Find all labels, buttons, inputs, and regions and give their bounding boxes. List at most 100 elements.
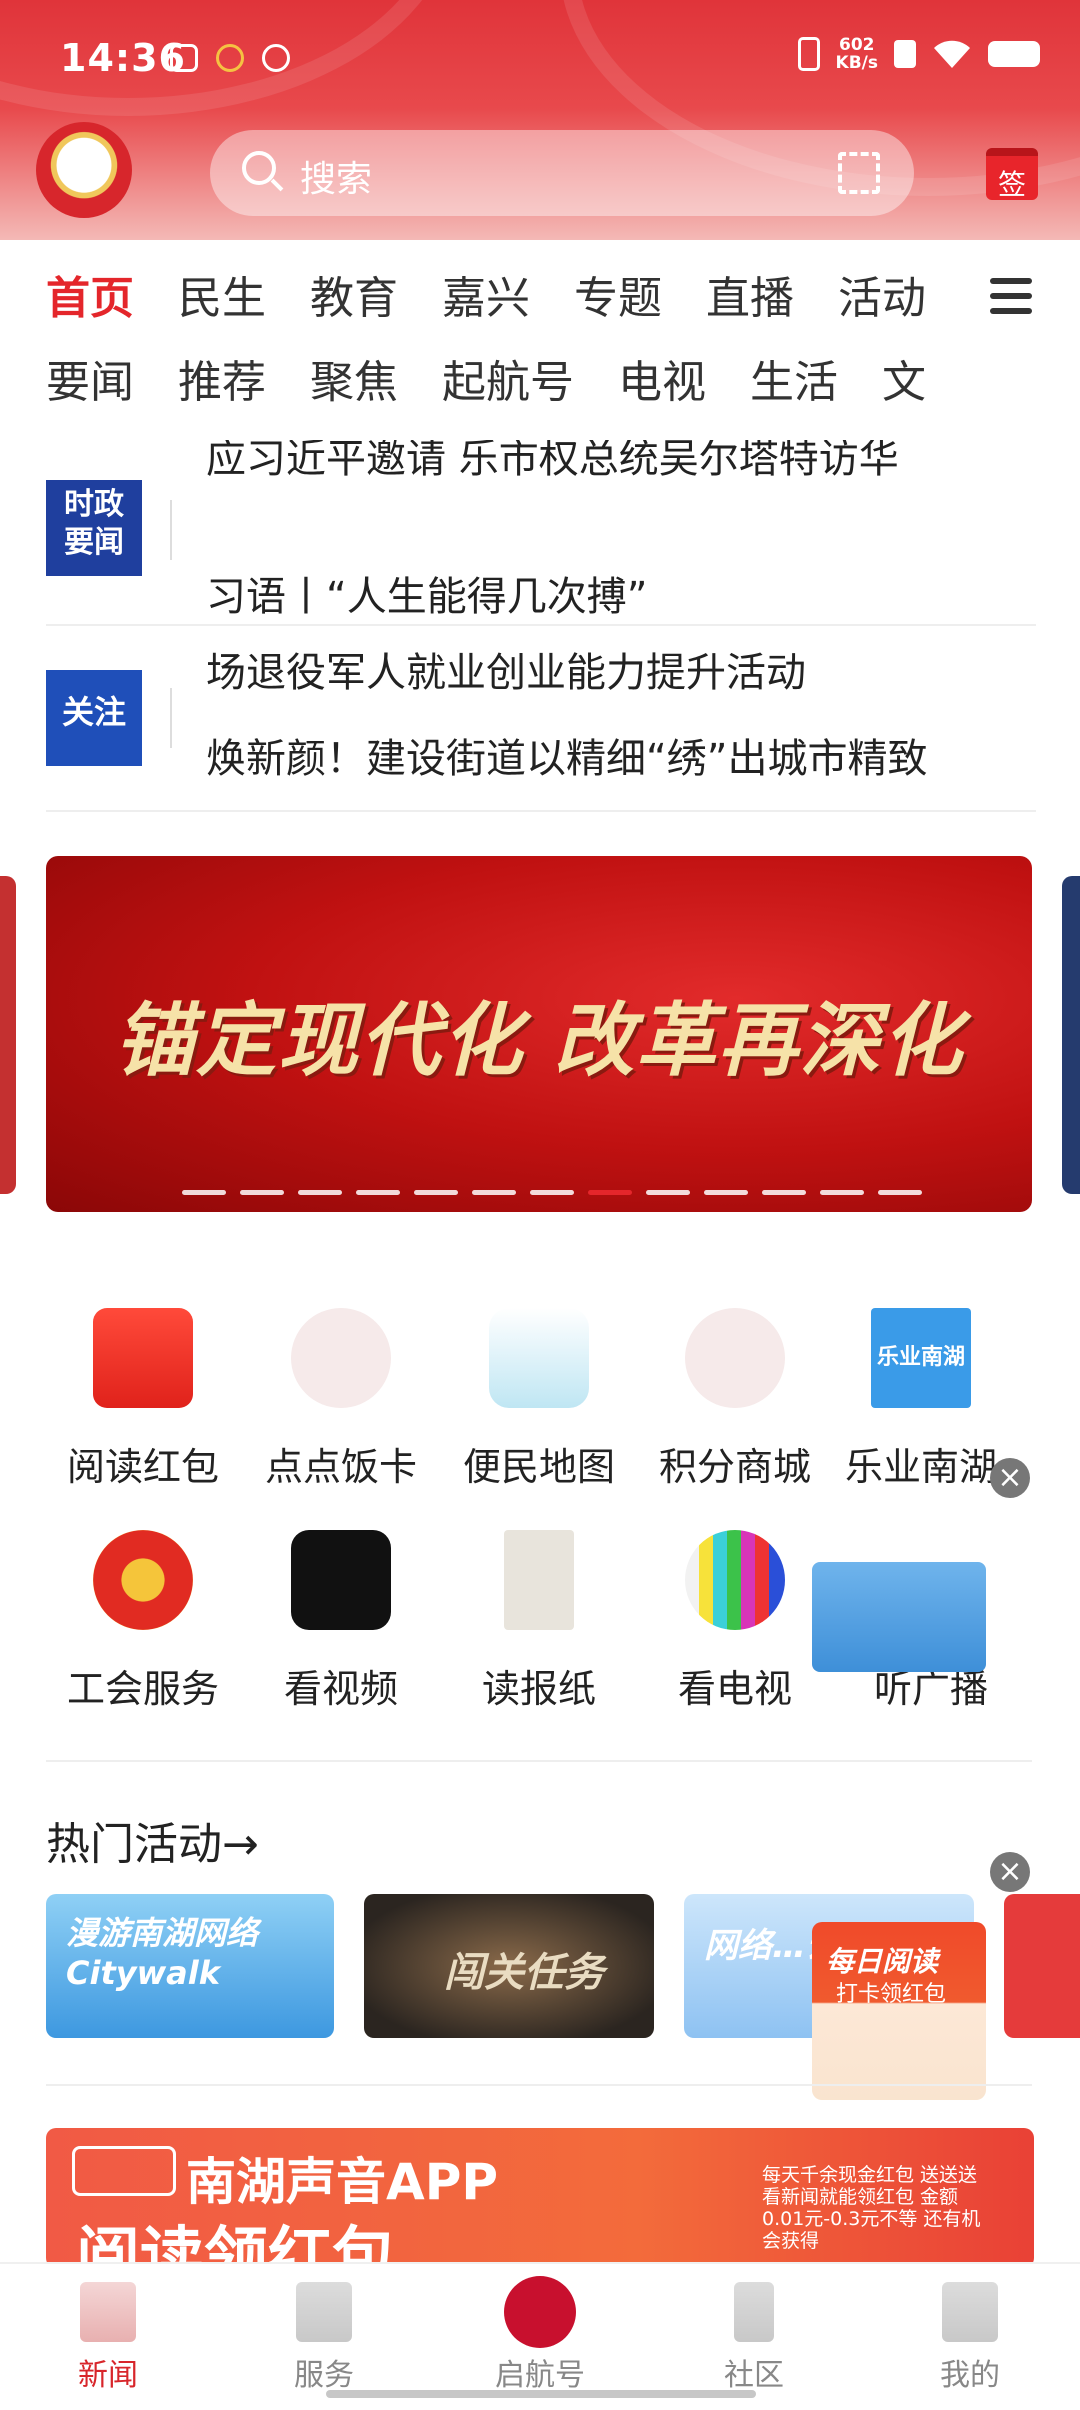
status-right-icons: 602 KB/s [797,36,1040,72]
promo-banner[interactable]: 南湖声音APP 阅读领红包 每天千余现金红包 送送送 看新闻就能领红包 金额0.… [46,2128,1034,2268]
nav-news[interactable]: 新闻 [38,2282,178,2394]
carousel-dot[interactable] [704,1190,748,1195]
news-item[interactable]: 关注 场退役军人就业创业能力提升活动 焕新颜！建设街道以精细“绣”出城市精致 [46,626,1036,812]
service-tv[interactable]: 看电视 [640,1530,830,1713]
newspaper-icon [504,1530,574,1630]
search-icon [242,151,276,185]
carousel-dot[interactable] [182,1190,226,1195]
tab-tv[interactable]: 电视 [618,346,706,410]
hot-activities-title[interactable]: 热门活动→ [46,1808,259,1872]
tv-icon [685,1530,785,1630]
nav-mine[interactable]: 我的 [900,2282,1040,2394]
tab-education[interactable]: 教育 [310,262,398,326]
buildings-icon [296,2282,352,2342]
promo-slogan: 阅读领红包 [76,2221,396,2268]
tab-topics[interactable]: 专题 [574,262,662,326]
scan-icon[interactable] [838,152,880,194]
union-emblem-icon [93,1530,193,1630]
tab-headlines[interactable]: 要闻 [46,346,134,410]
carousel-dot[interactable] [472,1190,516,1195]
promo-info: 每天千余现金红包 送送送 看新闻就能领红包 金额0.01元-0.3元不等 还有机… [762,2164,981,2252]
carousel-dot[interactable] [298,1190,342,1195]
hot-activity-card[interactable]: 漫游南湖网络 Citywalk [46,1894,334,2038]
nav-label: 服务 [294,2358,354,2393]
nav-qihanghao[interactable]: 启航号 [470,2276,610,2394]
red-boat-icon [504,2276,576,2348]
hot-activity-card[interactable]: 闯关任务 [364,1894,654,2038]
tab-home[interactable]: 首页 [46,262,134,326]
service-map[interactable]: 便民地图 [444,1308,634,1491]
service-meal-card[interactable]: 点点饭卡 [246,1308,436,1491]
banner-prev-peek[interactable] [0,876,16,1194]
service-video[interactable]: 看视频 [246,1530,436,1713]
service-newspaper[interactable]: 读报纸 [444,1530,634,1713]
network-speed: 602 KB/s [836,36,878,72]
service-label: 便民地图 [462,1445,615,1489]
no-sim-icon [894,40,916,68]
carousel-dot[interactable] [356,1190,400,1195]
red-envelope-icon [93,1308,193,1408]
news-line: 习语丨“人生能得几次搏” [206,574,648,620]
service-leye-nanhu[interactable]: 乐业南湖 乐业南湖 [836,1308,1006,1491]
carousel-dot[interactable] [646,1190,690,1195]
float-ad-subtitle: 打卡领红包 [836,1982,947,2007]
news-separator [170,500,172,560]
close-icon[interactable]: × [990,1458,1030,1498]
service-label: 读报纸 [481,1667,596,1711]
nav-services[interactable]: 服务 [254,2282,394,2394]
nav-label: 社区 [724,2358,784,2393]
menu-icon[interactable] [990,278,1032,314]
tower-icon [734,2282,774,2342]
carousel-dot[interactable] [762,1190,806,1195]
tab-jiaxing[interactable]: 嘉兴 [442,262,530,326]
tab-activities[interactable]: 活动 [838,262,926,326]
service-union[interactable]: 工会服务 [48,1530,238,1713]
floating-citywalk-ad[interactable] [812,1562,986,1672]
news-item[interactable]: 时政 要闻 应习近平邀请 乐市权总统吴尔塔特访华 习语丨“人生能得几次搏” [46,440,1036,626]
tab-recommend[interactable]: 推荐 [178,346,266,410]
tab-live[interactable]: 直播 [706,262,794,326]
close-icon[interactable]: × [990,1852,1030,1892]
nanhu-logo [72,2146,176,2196]
tab-life[interactable]: 生活 [750,346,838,410]
status-bar: 14:36 602 KB/s [0,0,1080,120]
record-icon [170,44,198,72]
status-time: 14:36 [60,36,186,80]
vibrate-icon [797,37,820,71]
service-read-redpacket[interactable]: 阅读红包 [48,1308,238,1491]
news-badge: 关注 [46,670,142,766]
tabs-row-2: 要闻 推荐 聚焦 起航号 电视 生活 文 [46,346,970,410]
banner-carousel[interactable]: 锚定现代化 改革再深化 [46,856,1032,1212]
service-label: 看电视 [677,1667,792,1711]
shopping-cart-icon [685,1308,785,1408]
news-line: 场退役军人就业创业能力提升活动 [206,650,806,696]
building-icon [942,2282,998,2342]
app-logo[interactable] [36,122,132,218]
floating-daily-read-ad[interactable]: 每日阅读 打卡领红包 [812,1922,986,2100]
tab-qihanghao[interactable]: 起航号 [442,346,574,410]
service-points-mall[interactable]: 积分商城 [640,1308,830,1491]
news-separator [170,688,172,748]
nav-label: 我的 [940,2358,1000,2393]
tab-minsheng[interactable]: 民生 [178,262,266,326]
home-indicator[interactable] [326,2390,756,2398]
carousel-dot[interactable] [530,1190,574,1195]
banner-next-peek[interactable] [1062,876,1080,1194]
service-label: 乐业南湖 [844,1445,997,1489]
hot-activity-card-peek[interactable] [1004,1894,1080,2038]
carousel-dot[interactable] [588,1190,632,1195]
carousel-dot[interactable] [414,1190,458,1195]
carousel-dot[interactable] [878,1190,922,1195]
promo-brand: 南湖声音APP [186,2153,498,2211]
section-divider [46,2084,1032,2086]
tab-focus[interactable]: 聚焦 [310,346,398,410]
carousel-dot[interactable] [240,1190,284,1195]
carousel-dot[interactable] [820,1190,864,1195]
tab-culture[interactable]: 文 [882,346,926,410]
channel-tabs: 首页 民生 教育 嘉兴 专题 直播 活动 要闻 推荐 聚焦 起航号 电视 生活 … [0,250,980,430]
search-bar[interactable]: 搜索 [210,130,914,216]
nav-community[interactable]: 社区 [684,2282,824,2394]
leaf-icon [262,44,290,72]
nav-label: 启航号 [495,2358,585,2393]
sign-in-button[interactable]: 签 [986,148,1038,201]
